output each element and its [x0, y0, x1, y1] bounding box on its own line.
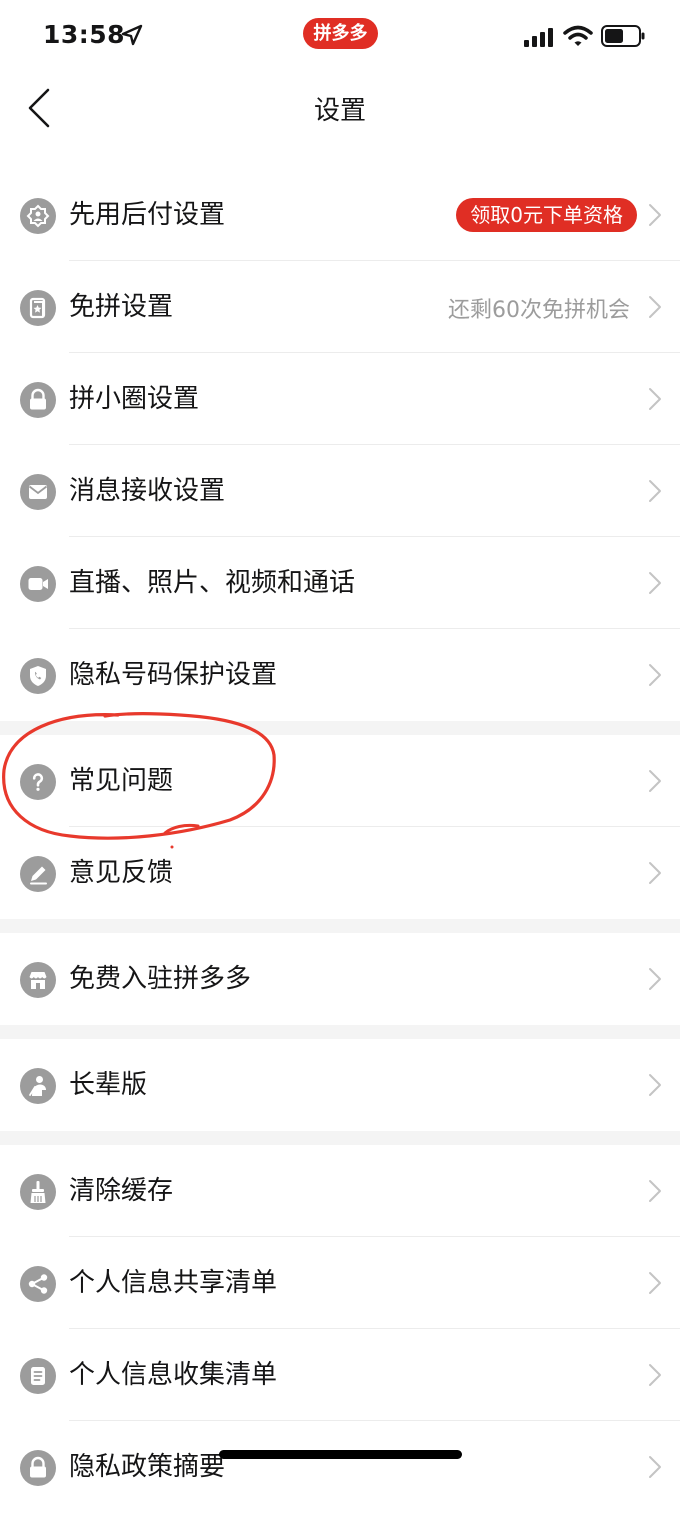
status-time: 13:58	[43, 20, 126, 49]
settings-row-label: 意见反馈	[69, 858, 174, 888]
location-arrow-icon	[121, 24, 143, 46]
broom-icon	[20, 1174, 56, 1210]
chevron-right-icon	[649, 480, 661, 502]
question-icon	[20, 764, 56, 800]
row-detail-text: 还剩60次免拼机会	[448, 298, 630, 323]
section-gap	[0, 1131, 680, 1145]
settings-row-label: 先用后付设置	[69, 200, 226, 230]
navigation-bar: 设置	[0, 70, 680, 145]
settings-row-live[interactable]: 直播、照片、视频和通话	[0, 537, 680, 629]
settings-row-label: 直播、照片、视频和通话	[69, 568, 356, 598]
lock-icon	[20, 382, 56, 418]
settings-row-label: 隐私政策摘要	[69, 1452, 226, 1482]
settings-row-label: 消息接收设置	[69, 476, 226, 506]
settings-row-messages[interactable]: 消息接收设置	[0, 445, 680, 537]
lock-icon	[20, 1450, 56, 1486]
chevron-right-icon	[649, 664, 661, 686]
share-icon	[20, 1266, 56, 1302]
settings-row-label: 个人信息收集清单	[69, 1360, 278, 1390]
shield-phone-icon	[20, 658, 56, 694]
chevron-right-icon	[649, 1272, 661, 1294]
settings-row-label: 隐私号码保护设置	[69, 660, 278, 690]
settings-row-label: 清除缓存	[69, 1176, 174, 1206]
battery-icon	[601, 25, 645, 47]
settings-row-faq[interactable]: 常见问题	[0, 735, 680, 827]
chevron-right-icon	[649, 862, 661, 884]
chevron-right-icon	[649, 296, 661, 318]
settings-row-label: 拼小圈设置	[69, 384, 200, 414]
settings-row-label: 个人信息共享清单	[69, 1268, 278, 1298]
page-title: 设置	[313, 96, 366, 126]
chevron-right-icon	[649, 968, 661, 990]
wifi-icon	[563, 25, 593, 46]
section-gap	[0, 1025, 680, 1039]
document-icon	[20, 1358, 56, 1394]
chevron-right-icon	[649, 204, 661, 226]
settings-row-label: 常见问题	[69, 766, 174, 796]
video-camera-icon	[20, 566, 56, 602]
settings-row-label: 长辈版	[69, 1070, 148, 1100]
mail-icon	[20, 474, 56, 510]
status-bar: 13:58 拼多多	[0, 0, 680, 70]
badge-icon	[20, 198, 56, 234]
cellular-signal-icon	[524, 28, 553, 47]
top-spacer	[0, 144, 680, 170]
settings-row-collect-list[interactable]: 个人信息收集清单	[0, 1329, 680, 1421]
settings-row-merchant[interactable]: 免费入驻拼多多	[0, 933, 680, 1025]
chevron-right-icon	[649, 1180, 661, 1202]
chevron-right-icon	[649, 1456, 661, 1478]
settings-row-elder[interactable]: 长辈版	[0, 1039, 680, 1131]
chevron-right-icon	[649, 770, 661, 792]
settings-row-circle[interactable]: 拼小圈设置	[0, 353, 680, 445]
elder-person-icon	[20, 1068, 56, 1104]
settings-row-feedback[interactable]: 意见反馈	[0, 827, 680, 919]
card-star-icon	[20, 290, 56, 326]
settings-row-free-group[interactable]: 免拼设置 还剩60次免拼机会	[0, 261, 680, 353]
settings-row-label: 免拼设置	[69, 292, 174, 322]
chevron-right-icon	[649, 1074, 661, 1096]
settings-row-cache[interactable]: 清除缓存	[0, 1145, 680, 1237]
settings-row-privacy-summary[interactable]: 隐私政策摘要	[0, 1421, 680, 1513]
chevron-right-icon	[649, 1364, 661, 1386]
section-gap	[0, 721, 680, 735]
promo-badge[interactable]: 领取0元下单资格	[456, 198, 637, 232]
store-icon	[20, 962, 56, 998]
home-indicator[interactable]	[219, 1450, 462, 1459]
chevron-right-icon	[649, 572, 661, 594]
app-indicator-badge[interactable]: 拼多多	[303, 18, 378, 49]
settings-list: 先用后付设置 领取0元下单资格免拼设置 还剩60次免拼机会拼小圈设置消息接收设置直播…	[0, 169, 680, 1513]
settings-row-share-list[interactable]: 个人信息共享清单	[0, 1237, 680, 1329]
section-gap	[0, 919, 680, 933]
settings-row-label: 免费入驻拼多多	[69, 964, 252, 994]
settings-row-paylater[interactable]: 先用后付设置 领取0元下单资格	[0, 169, 680, 261]
chevron-right-icon	[649, 388, 661, 410]
pencil-icon	[20, 856, 56, 892]
settings-row-privacy-number[interactable]: 隐私号码保护设置	[0, 629, 680, 721]
